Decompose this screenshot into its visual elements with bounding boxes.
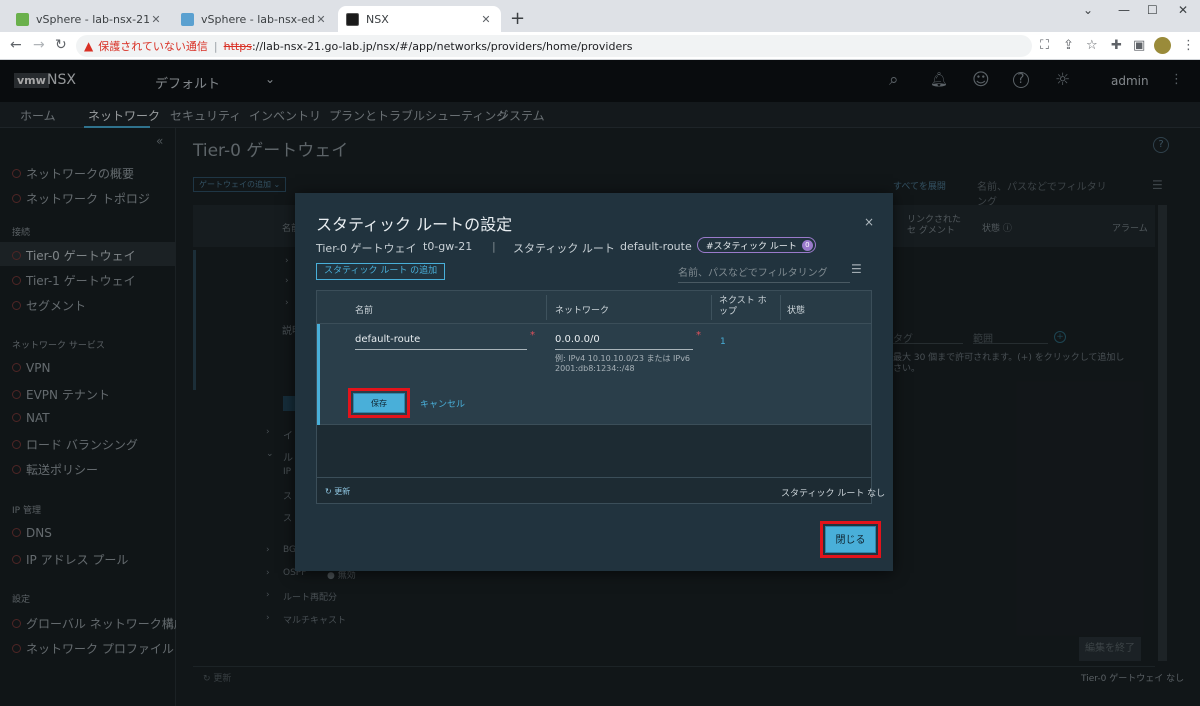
- column-network: ネットワーク: [555, 306, 610, 316]
- browser-tab-strip: vSphere - lab-nsx-21 - サマリ ✕ vSphere - l…: [0, 0, 1200, 32]
- nsx-favicon-icon: [346, 12, 359, 26]
- close-window-button[interactable]: ✕: [1178, 3, 1188, 17]
- maximize-button[interactable]: ☐: [1147, 3, 1158, 17]
- extensions-icon[interactable]: ✚: [1111, 38, 1122, 53]
- static-routes-grid: 名前 ネットワーク ネクスト ホップ 状態 default-route * 0.…: [316, 290, 885, 504]
- translate-icon[interactable]: ⛶: [1040, 38, 1049, 53]
- add-static-route-button[interactable]: スタティック ルート の追加: [316, 263, 446, 280]
- column-divider: [780, 295, 781, 320]
- vsphere-favicon-icon: [16, 12, 29, 26]
- route-type-label: スタティック ルート: [513, 242, 615, 255]
- url-scheme: https: [223, 39, 252, 53]
- column-name: 名前: [355, 306, 374, 316]
- filter-icon[interactable]: ☰: [851, 262, 862, 276]
- cancel-button[interactable]: キャンセル: [420, 397, 465, 410]
- new-tab-button[interactable]: +: [510, 8, 525, 29]
- browser-tab-title: NSX: [366, 12, 389, 26]
- browser-toolbar: ← → ↻ ▲ 保護されていない通信 | https ://lab-nsx-21…: [0, 32, 1200, 60]
- breadcrumb-divider: |: [492, 240, 496, 253]
- empty-state-text: スタティック ルート なし: [781, 489, 886, 499]
- next-hops-link[interactable]: 1: [720, 337, 726, 347]
- route-name: default-route: [620, 240, 692, 253]
- browser-tab-nsx[interactable]: NSX ✕: [338, 6, 501, 32]
- tag-count-badge: 0: [801, 239, 813, 251]
- address-separator: |: [213, 39, 218, 53]
- sidepanel-icon[interactable]: ▣: [1133, 38, 1145, 53]
- required-marker: *: [530, 330, 535, 341]
- column-divider: [546, 295, 547, 320]
- tag-pill-label: #スタティック ルート: [706, 241, 797, 252]
- static-route-settings-dialog: スタティック ルートの設定 × Tier-0 ゲートウェイ t0-gw-21 |…: [295, 193, 893, 571]
- column-divider: [711, 295, 712, 320]
- share-icon[interactable]: ⇪: [1063, 38, 1074, 53]
- url-text: ://lab-nsx-21.go-lab.jp/nsx/#/app/networ…: [251, 39, 633, 53]
- grid-header: 名前 ネットワーク ネクスト ホップ 状態: [317, 291, 871, 324]
- warning-icon[interactable]: ▲: [84, 39, 93, 53]
- dialog-title: スタティック ルートの設定: [316, 215, 513, 234]
- reload-icon[interactable]: ↻: [55, 37, 67, 53]
- close-icon[interactable]: ×: [864, 215, 874, 229]
- back-icon[interactable]: ←: [10, 37, 22, 53]
- close-tab-icon[interactable]: ✕: [479, 13, 493, 26]
- network-hint: 例: IPv4 10.10.10.0/23 または IPv6 2001:db8:…: [555, 354, 691, 373]
- security-status[interactable]: 保護されていない通信: [98, 38, 208, 54]
- refresh-button[interactable]: ↻ 更新: [325, 486, 350, 497]
- browser-tab-vsphere-edge[interactable]: vSphere - lab-nsx-edge-22 - サマ ✕: [173, 6, 336, 32]
- gateway-name: t0-gw-21: [423, 240, 473, 253]
- table-row: default-route * 0.0.0.0/0 * 例: IPv4 10.1…: [317, 324, 871, 425]
- forward-icon[interactable]: →: [33, 37, 45, 53]
- address-bar[interactable]: ▲ 保護されていない通信 | https ://lab-nsx-21.go-la…: [76, 35, 1032, 57]
- tab-search-icon[interactable]: ⌄: [1083, 3, 1093, 17]
- column-status: 状態: [787, 306, 806, 316]
- network-input[interactable]: 0.0.0.0/0: [555, 330, 693, 350]
- required-marker: *: [696, 330, 701, 341]
- menu-icon[interactable]: ⋮: [1182, 38, 1195, 53]
- tag-pill[interactable]: #スタティック ルート 0: [697, 237, 816, 253]
- column-next-hop: ネクスト ホップ: [719, 296, 767, 317]
- save-button[interactable]: 保存: [353, 393, 405, 413]
- close-tab-icon[interactable]: ✕: [314, 13, 328, 26]
- close-button[interactable]: 閉じる: [825, 526, 876, 553]
- filter-input[interactable]: 名前、パスなどでフィルタリング: [678, 264, 850, 283]
- browser-tab-title: vSphere - lab-nsx-21 - サマリ: [36, 13, 149, 26]
- gateway-type-label: Tier-0 ゲートウェイ: [316, 242, 417, 255]
- browser-tab-title: vSphere - lab-nsx-edge-22 - サマ: [201, 13, 314, 26]
- vsphere-favicon-icon: [181, 12, 194, 26]
- row-edit-indicator: [317, 324, 320, 425]
- route-name-input[interactable]: default-route: [355, 330, 527, 350]
- close-tab-icon[interactable]: ✕: [149, 13, 163, 26]
- profile-icon[interactable]: [1154, 37, 1171, 54]
- star-icon[interactable]: ☆: [1086, 38, 1098, 53]
- minimize-button[interactable]: —: [1118, 3, 1130, 17]
- browser-tab-vsphere-nsx[interactable]: vSphere - lab-nsx-21 - サマリ ✕: [8, 6, 171, 32]
